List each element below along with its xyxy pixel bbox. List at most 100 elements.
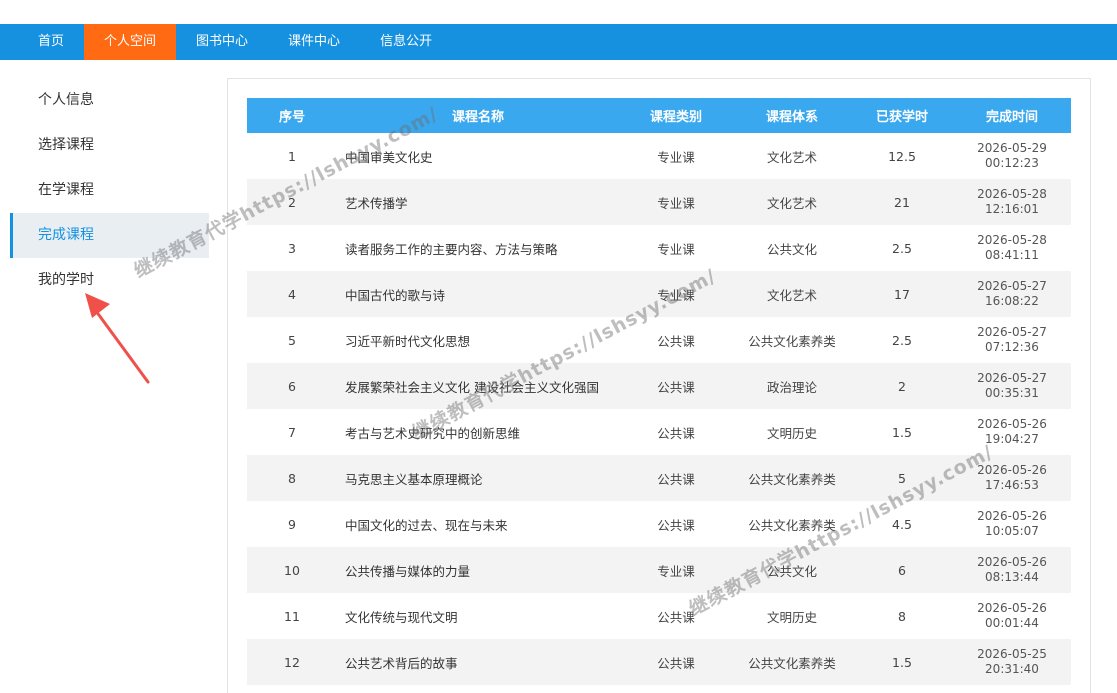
completion-clock: 16:08:22 <box>985 294 1039 308</box>
completion-time: 2026-05-25 20:31:40 <box>953 639 1071 685</box>
course-system: 政治理论 <box>733 363 851 409</box>
sidebar-item-2[interactable]: 在学课程 <box>10 168 209 213</box>
completion-clock: 17:46:53 <box>985 478 1039 492</box>
earned-hours: 17 <box>851 271 953 317</box>
earned-hours: 1.5 <box>892 424 912 440</box>
completion-time: 2026-05-27 07:12:36 <box>953 317 1071 363</box>
course-system: 公共文化 <box>733 547 851 593</box>
course-type: 专业课 <box>657 241 695 257</box>
sidebar-menu: 个人信息 选择课程 在学课程 完成课程 我的学时 <box>10 78 209 303</box>
course-name: 马克思主义基本原理概论 <box>337 455 619 501</box>
completion-time: 2026-05-29 00:12:23 <box>953 133 1071 179</box>
completion-time: 2026-05-27 00:35:31 <box>953 363 1071 409</box>
nav-item-2[interactable]: 图书中心 <box>176 24 268 60</box>
course-name: 艺术传播学 <box>337 179 619 225</box>
completion-clock: 12:16:01 <box>985 202 1039 216</box>
sidebar-item-3[interactable]: 完成课程 <box>10 213 209 258</box>
earned-hours: 1.5 <box>851 639 953 685</box>
completion-date: 2026-05-26 <box>977 555 1047 569</box>
completion-date: 2026-05-27 <box>977 279 1047 293</box>
course-system: 文明历史 <box>766 609 817 625</box>
row-number: 9 <box>288 516 296 532</box>
course-system: 公共文化 <box>766 241 817 257</box>
course-type: 专业课 <box>619 547 733 593</box>
table-row: 12 公共艺术背后的故事 公共课 公共文化素养类 1.5 2026-05-25 20:31:… <box>247 639 1071 685</box>
course-system: 公共文化素养类 <box>733 639 851 685</box>
table-row: 2 艺术传播学 专业课 文化艺术 21 2026-05-28 12:16:01 <box>247 179 1071 225</box>
course-system: 文化艺术 <box>733 179 851 225</box>
row-number: 1 <box>288 148 296 164</box>
main-nav: 首页 个人空间 图书中心 课件中心 信息公开 <box>0 24 1117 60</box>
course-name: 读者服务工作的主要内容、方法与策略 <box>345 241 558 257</box>
completion-date: 2026-05-27 <box>977 325 1047 339</box>
nav-item-1[interactable]: 个人空间 <box>84 24 177 60</box>
table-row: 9 中国文化的过去、现在与未来 公共课 公共文化素养类 4.5 2026-05-26 10:… <box>247 501 1071 547</box>
table-row: 8 马克思主义基本原理概论 公共课 公共文化素养类 5 2026-05-26 17:46:5… <box>247 455 1071 501</box>
course-type: 公共课 <box>657 609 695 625</box>
course-type: 公共课 <box>619 639 733 685</box>
completion-clock: 19:04:27 <box>985 432 1039 446</box>
earned-hours: 4.5 <box>892 516 912 532</box>
course-system: 文化艺术 <box>766 149 817 165</box>
completion-time: 2026-05-26 17:46:53 <box>953 455 1071 501</box>
nav-item-4[interactable]: 信息公开 <box>360 24 452 60</box>
row-number: 6 <box>247 363 337 409</box>
course-system: 公共文化素养类 <box>748 333 836 349</box>
completion-date: 2026-05-26 <box>977 417 1047 431</box>
completion-date: 2026-05-26 <box>977 601 1047 615</box>
course-type: 公共课 <box>657 333 695 349</box>
completion-clock: 20:31:40 <box>985 662 1039 676</box>
completion-date: 2026-05-29 <box>977 141 1047 155</box>
completion-date: 2026-05-25 <box>977 647 1047 661</box>
completion-date: 2026-05-28 <box>977 233 1047 247</box>
completion-date: 2026-05-26 <box>977 463 1047 477</box>
column-header-0: 序号 <box>247 98 337 133</box>
completion-date: 2026-05-28 <box>977 187 1047 201</box>
course-name: 中国古代的歌与诗 <box>337 271 619 317</box>
completion-clock: 10:05:07 <box>985 524 1039 538</box>
earned-hours: 2.5 <box>892 332 912 348</box>
course-type: 公共课 <box>657 425 695 441</box>
sidebar-item-1[interactable]: 选择课程 <box>10 123 209 168</box>
row-number: 4 <box>247 271 337 317</box>
column-header-4: 已获学时 <box>851 98 953 133</box>
course-name: 考古与艺术史研究中的创新思维 <box>345 425 521 441</box>
sidebar-item-0[interactable]: 个人信息 <box>10 78 209 123</box>
top-nav-bar: 首页 个人空间 图书中心 课件中心 信息公开 <box>0 24 1117 60</box>
row-number: 3 <box>288 240 296 256</box>
completion-clock: 08:13:44 <box>985 570 1039 584</box>
earned-hours: 2.5 <box>892 240 912 256</box>
table-row: 7 考古与艺术史研究中的创新思维 公共课 文明历史 1.5 2026-05-26 19:04… <box>247 409 1071 455</box>
completion-clock: 08:41:11 <box>985 248 1039 262</box>
row-number: 11 <box>284 608 300 624</box>
completion-time: 2026-05-28 08:41:11 <box>953 225 1071 271</box>
course-type: 公共课 <box>619 455 733 501</box>
course-system: 公共文化素养类 <box>733 455 851 501</box>
course-type: 公共课 <box>619 363 733 409</box>
nav-item-0[interactable]: 首页 <box>18 24 84 60</box>
table-row: 4 中国古代的歌与诗 专业课 文化艺术 17 2026-05-27 16:08:22 <box>247 271 1071 317</box>
course-name: 文化传统与现代文明 <box>345 609 458 625</box>
red-arrow-annotation <box>85 293 150 384</box>
earned-hours: 8 <box>898 608 906 624</box>
column-header-3: 课程体系 <box>733 98 851 133</box>
nav-item-3[interactable]: 课件中心 <box>268 24 360 60</box>
table-row: 1 中国审美文化史 专业课 文化艺术 12.5 2026-05-29 00:12:23 <box>247 133 1071 179</box>
earned-hours: 6 <box>851 547 953 593</box>
course-name: 发展繁荣社会主义文化 建设社会主义文化强国 <box>337 363 619 409</box>
course-type: 公共课 <box>657 517 695 533</box>
table-row: 5 习近平新时代文化思想 公共课 公共文化素养类 2.5 2026-05-27 07:12:… <box>247 317 1071 363</box>
column-header-2: 课程类别 <box>619 98 733 133</box>
column-header-1: 课程名称 <box>337 98 619 133</box>
course-name: 中国审美文化史 <box>345 149 433 165</box>
table-row: 3 读者服务工作的主要内容、方法与策略 专业课 公共文化 2.5 2026-05-28 08… <box>247 225 1071 271</box>
table-header-row: 序号 课程名称 课程类别 课程体系 已获学时 完成时间 <box>247 98 1071 133</box>
column-header-5: 完成时间 <box>953 98 1071 133</box>
completion-time: 2026-05-26 00:01:44 <box>953 593 1071 639</box>
completion-clock: 00:12:23 <box>985 156 1039 170</box>
completion-date: 2026-05-26 <box>977 509 1047 523</box>
course-name: 习近平新时代文化思想 <box>345 333 471 349</box>
completed-courses-panel: 序号 课程名称 课程类别 课程体系 已获学时 完成时间 1 中国审美文化史专业课 文化艺术 12… <box>227 78 1091 693</box>
earned-hours: 21 <box>851 179 953 225</box>
completion-date: 2026-05-27 <box>977 371 1047 385</box>
